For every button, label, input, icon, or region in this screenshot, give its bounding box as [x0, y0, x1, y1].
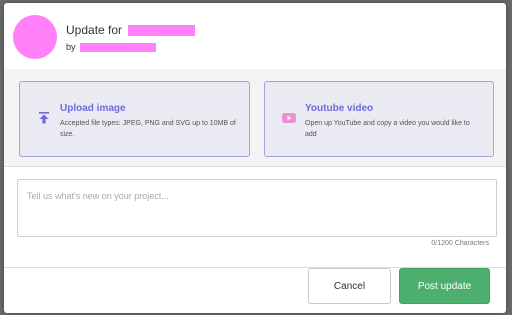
post-update-button[interactable]: Post update	[399, 268, 490, 304]
media-options: Upload image Accepted file types: JPEG, …	[4, 69, 506, 167]
character-counter: 0/1200 Characters	[431, 240, 489, 247]
upload-image-card[interactable]: Upload image Accepted file types: JPEG, …	[19, 81, 250, 157]
update-modal: Update for by Upload image Accepted file…	[4, 3, 506, 313]
upload-image-description: Accepted file types: JPEG, PNG and SVG u…	[60, 120, 236, 138]
modal-title: Update for	[66, 23, 196, 37]
update-composer	[17, 179, 497, 237]
update-text-input[interactable]	[17, 179, 497, 237]
author-line: by	[66, 42, 157, 53]
by-prefix: by	[66, 42, 76, 52]
youtube-video-card[interactable]: Youtube video Open up YouTube and copy a…	[264, 81, 494, 157]
upload-image-title: Upload image	[60, 103, 126, 114]
redacted-project-name	[128, 25, 196, 37]
youtube-video-title: Youtube video	[305, 103, 374, 114]
upload-icon	[39, 112, 49, 124]
modal-header: Update for by	[4, 3, 506, 70]
youtube-video-description: Open up YouTube and copy a video you wou…	[305, 120, 470, 138]
redacted-author-name	[80, 43, 157, 53]
youtube-icon	[282, 113, 296, 123]
avatar	[13, 15, 57, 59]
cancel-button[interactable]: Cancel	[308, 268, 391, 304]
title-prefix: Update for	[66, 23, 123, 37]
